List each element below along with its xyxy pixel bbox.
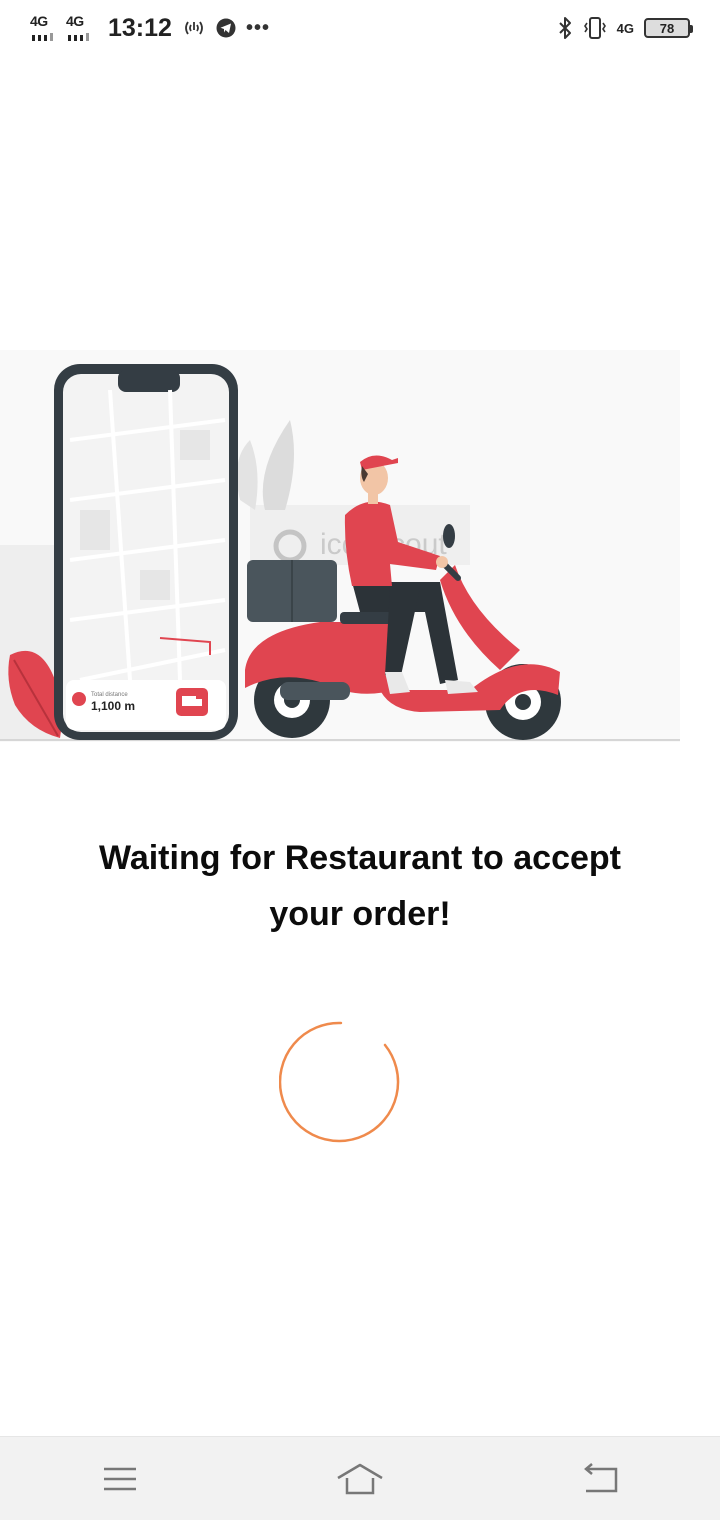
distance-label: Total distance bbox=[91, 692, 128, 698]
navigation-bar bbox=[0, 1436, 720, 1520]
more-notifications-icon: ••• bbox=[245, 16, 270, 39]
bluetooth-icon bbox=[557, 16, 573, 40]
menu-button[interactable] bbox=[80, 1449, 160, 1509]
phone-map-graphic: Total distance 1,100 m bbox=[54, 364, 238, 740]
scooter-rider-graphic bbox=[245, 455, 561, 740]
status-bar-right: 4G 78 bbox=[557, 16, 693, 40]
waiting-message-line2: your order! bbox=[269, 895, 451, 933]
menu-icon bbox=[104, 1467, 136, 1490]
back-button[interactable] bbox=[560, 1449, 640, 1509]
network-4g-icon: 4G bbox=[616, 20, 634, 36]
vibrate-icon bbox=[583, 16, 607, 40]
delivery-illustration: Total distance 1,100 m iconscout bbox=[0, 350, 680, 742]
battery-icon: 78 bbox=[644, 18, 693, 38]
status-time: 13:12 bbox=[108, 13, 172, 42]
home-button[interactable] bbox=[320, 1449, 400, 1509]
distance-value: 1,100 m bbox=[91, 699, 135, 713]
waiting-message: Waiting for Restaurant to accept your or… bbox=[60, 830, 660, 942]
back-icon bbox=[584, 1462, 618, 1492]
signal-sim1-icon: 4G bbox=[30, 13, 56, 43]
telegram-icon bbox=[216, 18, 236, 38]
order-waiting-screen: 4G 4G 13:12 ••• 4G 78 Total distance 1,1… bbox=[0, 0, 720, 1520]
signal-sim2-icon: 4G bbox=[66, 13, 92, 43]
home-icon bbox=[337, 1463, 383, 1494]
status-bar: 4G 4G 13:12 ••• 4G 78 bbox=[0, 0, 720, 56]
battery-level: 78 bbox=[659, 20, 675, 36]
status-bar-left: 4G 4G 13:12 ••• bbox=[30, 13, 270, 43]
loading-spinner bbox=[278, 1021, 401, 1143]
hotspot-icon bbox=[182, 18, 206, 38]
waiting-message-line1: Waiting for Restaurant to accept bbox=[98, 839, 622, 877]
